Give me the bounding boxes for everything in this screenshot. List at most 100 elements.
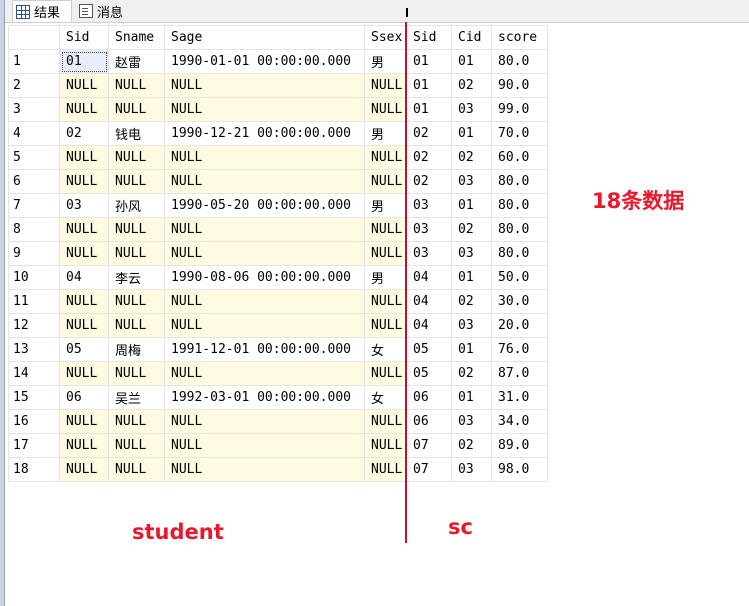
grid-cell[interactable]: NULL <box>59 361 109 386</box>
grid-cell[interactable]: 1991-12-01 00:00:00.000 <box>164 337 365 362</box>
table-row[interactable]: 4 02 钱电 1990-12-21 00:00:00.000 男 02 01 70.0 <box>8 121 548 146</box>
grid-cell[interactable]: 02 <box>406 145 452 170</box>
grid-cell[interactable]: 1990-01-01 00:00:00.000 <box>164 49 365 74</box>
row-number[interactable]: 1 <box>8 49 60 74</box>
grid-cell[interactable]: 01 <box>406 49 452 74</box>
grid-cell[interactable]: 03 <box>451 241 492 266</box>
grid-cell[interactable]: NULL <box>364 73 407 98</box>
grid-cell[interactable]: NULL <box>59 145 109 170</box>
grid-cell[interactable]: NULL <box>59 313 109 338</box>
grid-cell[interactable]: 04 <box>406 265 452 290</box>
grid-cell[interactable]: 03 <box>451 457 492 482</box>
grid-cell[interactable]: NULL <box>108 433 165 458</box>
grid-cell[interactable]: 80.0 <box>491 169 548 194</box>
grid-cell[interactable]: 06 <box>59 385 109 410</box>
grid-cell[interactable]: NULL <box>164 241 365 266</box>
row-number[interactable]: 4 <box>8 121 60 146</box>
table-row[interactable]: 1 01 赵雷 1990-01-01 00:00:00.000 男 01 01 80.0 <box>8 49 548 74</box>
table-row[interactable]: 7 03 孙风 1990-05-20 00:00:00.000 男 03 01 80.0 <box>8 193 548 218</box>
grid-cell[interactable]: 周梅 <box>108 337 165 362</box>
table-row[interactable]: 17 NULL NULL NULL NULL 07 02 89.0 <box>8 433 548 458</box>
grid-cell[interactable]: 31.0 <box>491 385 548 410</box>
grid-cell[interactable]: 男 <box>364 49 407 74</box>
table-row[interactable]: 15 06 吴兰 1992-03-01 00:00:00.000 女 06 01 31.0 <box>8 385 548 410</box>
grid-cell[interactable]: 01 <box>406 73 452 98</box>
grid-cell[interactable]: NULL <box>364 145 407 170</box>
table-row[interactable]: 3 NULL NULL NULL NULL 01 03 99.0 <box>8 97 548 122</box>
grid-cell[interactable]: 01 <box>451 121 492 146</box>
row-number[interactable]: 12 <box>8 313 60 338</box>
grid-cell[interactable]: 76.0 <box>491 337 548 362</box>
grid-cell[interactable]: 70.0 <box>491 121 548 146</box>
grid-cell[interactable]: NULL <box>59 217 109 242</box>
grid-cell[interactable]: 01 <box>406 97 452 122</box>
grid-cell[interactable]: 钱电 <box>108 121 165 146</box>
column-header[interactable]: Sid <box>59 25 109 50</box>
grid-cell[interactable]: 男 <box>364 193 407 218</box>
grid-cell[interactable]: 02 <box>406 169 452 194</box>
grid-cell[interactable]: 吴兰 <box>108 385 165 410</box>
grid-cell[interactable]: 1990-05-20 00:00:00.000 <box>164 193 365 218</box>
grid-cell[interactable]: 01 <box>451 49 492 74</box>
grid-cell[interactable]: NULL <box>164 169 365 194</box>
grid-cell[interactable]: 女 <box>364 385 407 410</box>
grid-cell[interactable]: NULL <box>164 409 365 434</box>
table-row[interactable]: 11 NULL NULL NULL NULL 04 02 30.0 <box>8 289 548 314</box>
column-header[interactable]: Sname <box>108 25 165 50</box>
row-number[interactable]: 11 <box>8 289 60 314</box>
grid-cell[interactable]: 03 <box>406 241 452 266</box>
column-header[interactable]: score <box>491 25 548 50</box>
grid-cell[interactable]: NULL <box>164 217 365 242</box>
grid-cell[interactable]: 89.0 <box>491 433 548 458</box>
row-number[interactable]: 7 <box>8 193 60 218</box>
grid-cell[interactable]: 02 <box>451 217 492 242</box>
grid-cell[interactable]: 04 <box>406 289 452 314</box>
grid-cell[interactable]: NULL <box>364 457 407 482</box>
grid-cell[interactable]: NULL <box>59 409 109 434</box>
grid-cell[interactable]: 02 <box>406 121 452 146</box>
grid-cell[interactable]: NULL <box>164 145 365 170</box>
grid-cell[interactable]: 34.0 <box>491 409 548 434</box>
row-number[interactable]: 16 <box>8 409 60 434</box>
grid-cell[interactable]: 03 <box>451 97 492 122</box>
row-number[interactable]: 6 <box>8 169 60 194</box>
grid-cell[interactable]: 03 <box>406 217 452 242</box>
grid-cell[interactable]: 01 <box>451 385 492 410</box>
grid-cell[interactable]: 女 <box>364 337 407 362</box>
table-row[interactable]: 18 NULL NULL NULL NULL 07 03 98.0 <box>8 457 548 482</box>
row-number[interactable]: 14 <box>8 361 60 386</box>
grid-cell[interactable]: NULL <box>364 289 407 314</box>
column-header[interactable]: Cid <box>451 25 492 50</box>
table-row[interactable]: 5 NULL NULL NULL NULL 02 02 60.0 <box>8 145 548 170</box>
row-number[interactable]: 13 <box>8 337 60 362</box>
table-row[interactable]: 16 NULL NULL NULL NULL 06 03 34.0 <box>8 409 548 434</box>
grid-cell[interactable]: 60.0 <box>491 145 548 170</box>
grid-cell[interactable]: 06 <box>406 385 452 410</box>
grid-cell[interactable]: 01 <box>451 193 492 218</box>
grid-cell[interactable]: NULL <box>59 457 109 482</box>
grid-cell[interactable]: 02 <box>59 121 109 146</box>
grid-cell[interactable]: NULL <box>364 97 407 122</box>
grid-cell[interactable]: 1990-12-21 00:00:00.000 <box>164 121 365 146</box>
grid-cell[interactable]: 03 <box>451 313 492 338</box>
grid-cell[interactable]: NULL <box>108 313 165 338</box>
tab-results[interactable]: 结果 <box>12 0 72 22</box>
row-number[interactable]: 3 <box>8 97 60 122</box>
grid-cell[interactable]: 02 <box>451 433 492 458</box>
grid-cell[interactable]: 05 <box>59 337 109 362</box>
grid-cell[interactable]: NULL <box>164 289 365 314</box>
grid-cell[interactable]: NULL <box>59 73 109 98</box>
grid-cell[interactable]: 03 <box>451 169 492 194</box>
grid-cell[interactable]: 01 <box>451 265 492 290</box>
grid-cell[interactable]: NULL <box>364 361 407 386</box>
grid-cell[interactable]: NULL <box>108 145 165 170</box>
row-number[interactable]: 18 <box>8 457 60 482</box>
table-row[interactable]: 10 04 李云 1990-08-06 00:00:00.000 男 04 01 50.0 <box>8 265 548 290</box>
column-header[interactable]: Sage <box>164 25 365 50</box>
grid-cell[interactable]: NULL <box>59 241 109 266</box>
grid-cell[interactable]: 赵雷 <box>108 49 165 74</box>
column-header[interactable]: Ssex <box>364 25 407 50</box>
grid-cell[interactable]: 04 <box>406 313 452 338</box>
grid-cell[interactable]: NULL <box>164 361 365 386</box>
grid-cell[interactable]: NULL <box>108 217 165 242</box>
